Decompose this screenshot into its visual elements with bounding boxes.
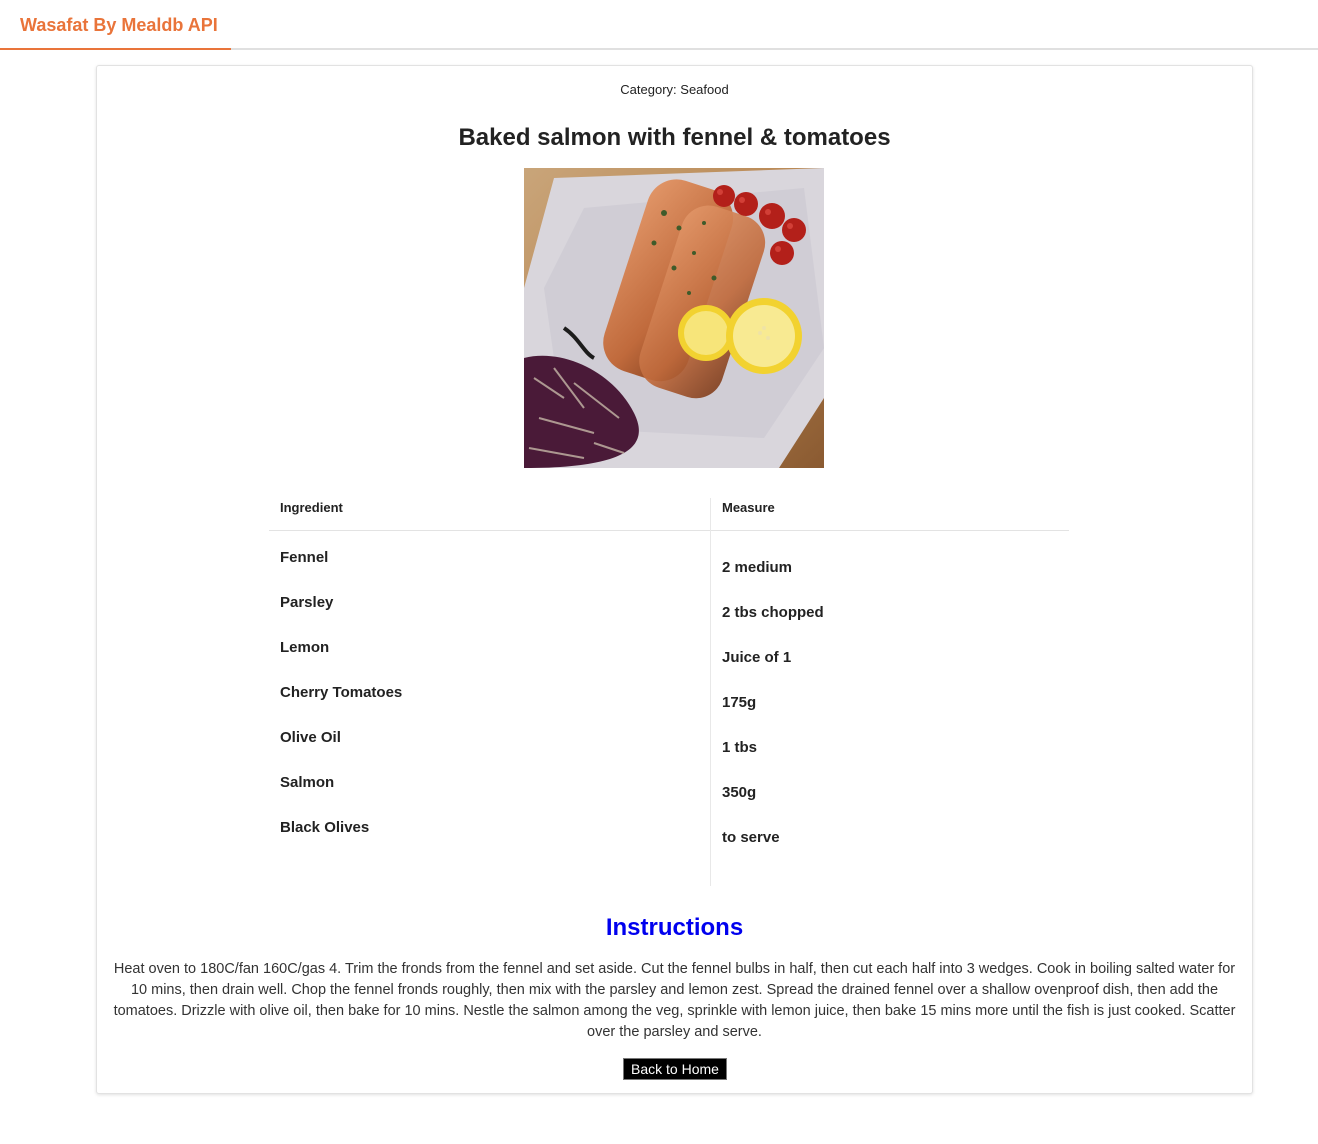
ingredient-item: Fennel	[280, 549, 329, 566]
measure-item: 2 tbs chopped	[722, 604, 824, 621]
ingredient-item: Black Olives	[280, 819, 370, 836]
brand-link[interactable]: Wasafat By Mealdb API	[0, 0, 231, 50]
ingredient-item: Olive Oil	[280, 729, 341, 746]
measure-item: 2 medium	[722, 559, 793, 576]
instructions-heading: Instructions	[605, 914, 744, 941]
ingredient-list: Fennel Parsley Lemon Cherry Tomatoes Oli…	[280, 548, 402, 863]
instructions-text: Heat oven to 180C/fan 160C/gas 4. Trim t…	[113, 961, 1236, 1040]
ingredient-item: Cherry Tomatoes	[280, 684, 403, 701]
measure-item: Juice of 1	[722, 649, 792, 666]
ingredient-item: Salmon	[280, 774, 335, 791]
ingredient-column-header: Ingredient	[280, 500, 343, 515]
table-column-divider	[710, 498, 711, 886]
measure-column-header: Measure	[722, 500, 775, 515]
measure-item: 1 tbs	[722, 739, 758, 756]
measure-list: 2 medium 2 tbs chopped Juice of 1 175g 1…	[722, 558, 824, 873]
meal-category: Category: Seafood	[620, 82, 729, 97]
measure-item: 350g	[722, 784, 757, 801]
table-header-divider	[269, 530, 1069, 531]
meal-card: Category: Seafood Baked salmon with fenn…	[96, 65, 1253, 1094]
ingredient-item: Parsley	[280, 594, 334, 611]
back-to-home-button[interactable]: Back to Home	[623, 1058, 727, 1080]
ingredient-item: Lemon	[280, 639, 330, 656]
meal-title: Baked salmon with fennel & tomatoes	[458, 124, 891, 151]
measure-item: to serve	[722, 829, 780, 846]
measure-item: 175g	[722, 694, 757, 711]
top-navbar: Wasafat By Mealdb API	[0, 0, 1318, 50]
meal-image	[524, 168, 824, 468]
